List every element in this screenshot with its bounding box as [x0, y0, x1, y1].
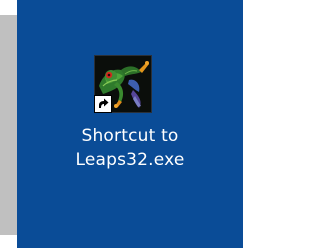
shortcut-arrow-glyph [99, 98, 109, 108]
screenshot-frame: Shortcut to Leaps32.exe [0, 0, 244, 249]
desktop[interactable]: Shortcut to Leaps32.exe [17, 0, 243, 248]
desktop-shortcut[interactable] [94, 55, 152, 113]
label-line-2: Leaps32.exe [75, 150, 185, 170]
label-line-1: Shortcut to [81, 126, 179, 146]
shortcut-arrow-icon [94, 95, 112, 113]
desktop-shortcut-label[interactable]: Shortcut to Leaps32.exe [47, 124, 213, 172]
